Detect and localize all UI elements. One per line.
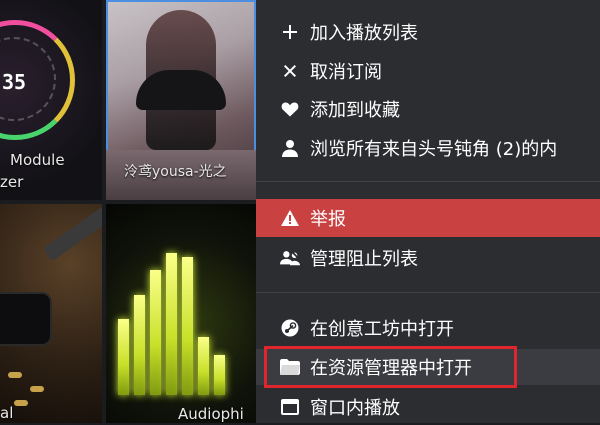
menu-item-open-in-explorer[interactable]: 在资源管理器中打开	[256, 349, 600, 385]
menu-item-label: 添加到收藏	[310, 100, 400, 121]
menu-item-label: 举报	[310, 209, 346, 230]
tile-title-line1: Module	[10, 151, 65, 169]
audio-bar	[150, 270, 161, 395]
x-icon	[280, 61, 300, 81]
audio-bar	[182, 257, 193, 395]
context-menu: 加入播放列表 取消订阅 添加到收藏 浏览所有来自头号钝角 (2)的内 举报 管理…	[256, 0, 600, 423]
menu-item-manage-blocklist[interactable]: 管理阻止列表	[256, 240, 600, 276]
audio-bar	[214, 355, 225, 395]
wallpaper-tile-visualizer[interactable]: 35 Module zer	[0, 0, 102, 200]
user-icon	[280, 138, 300, 158]
tile-title-line2: zer	[0, 173, 24, 191]
menu-separator	[256, 292, 600, 293]
menu-item-label: 在创意工坊中打开	[310, 319, 454, 340]
audio-bar	[198, 337, 209, 395]
visualizer-number: 35	[2, 70, 27, 94]
anime-skirt	[136, 70, 226, 110]
window-icon	[280, 397, 300, 417]
menu-item-play-in-window[interactable]: 窗口内播放	[256, 389, 600, 425]
menu-item-browse-author[interactable]: 浏览所有来自头号钝角 (2)的内	[256, 130, 600, 166]
menu-item-label: 浏览所有来自头号钝角 (2)的内	[310, 139, 558, 160]
bullet-image	[14, 400, 28, 406]
plus-icon	[280, 22, 300, 42]
wallpaper-tile-anime[interactable]: 泠鸢yousa-光之	[106, 0, 256, 200]
bullet-image	[8, 372, 22, 378]
menu-item-add-to-favorites[interactable]: 添加到收藏	[256, 91, 600, 127]
warning-icon	[280, 208, 300, 228]
tile-title: al	[0, 404, 14, 422]
bullet-image	[30, 386, 44, 392]
audio-bar	[134, 295, 145, 395]
menu-item-open-in-workshop[interactable]: 在创意工坊中打开	[256, 310, 600, 346]
audio-bar	[166, 253, 177, 395]
bag-image	[0, 294, 50, 344]
menu-item-report[interactable]: 举报	[256, 199, 600, 237]
audio-bar	[118, 319, 129, 395]
steam-icon	[280, 318, 300, 338]
wallpaper-tile-leather[interactable]: al	[0, 204, 102, 423]
heart-icon	[280, 99, 300, 119]
folder-icon	[280, 357, 300, 377]
menu-item-label: 加入播放列表	[310, 23, 418, 44]
menu-item-label: 管理阻止列表	[310, 249, 418, 270]
menu-item-label: 在资源管理器中打开	[310, 358, 472, 379]
menu-item-label: 窗口内播放	[310, 398, 400, 419]
block-users-icon	[280, 248, 300, 268]
menu-item-add-to-playlist[interactable]: 加入播放列表	[256, 14, 600, 50]
tile-title: Audiophi	[178, 405, 244, 423]
knife-image	[42, 204, 102, 262]
tile-title: 泠鸢yousa-光之	[124, 164, 227, 180]
menu-item-unsubscribe[interactable]: 取消订阅	[256, 53, 600, 89]
menu-separator	[256, 181, 600, 182]
wallpaper-tile-audio[interactable]: Audiophi	[106, 204, 256, 423]
menu-item-label: 取消订阅	[310, 62, 382, 83]
